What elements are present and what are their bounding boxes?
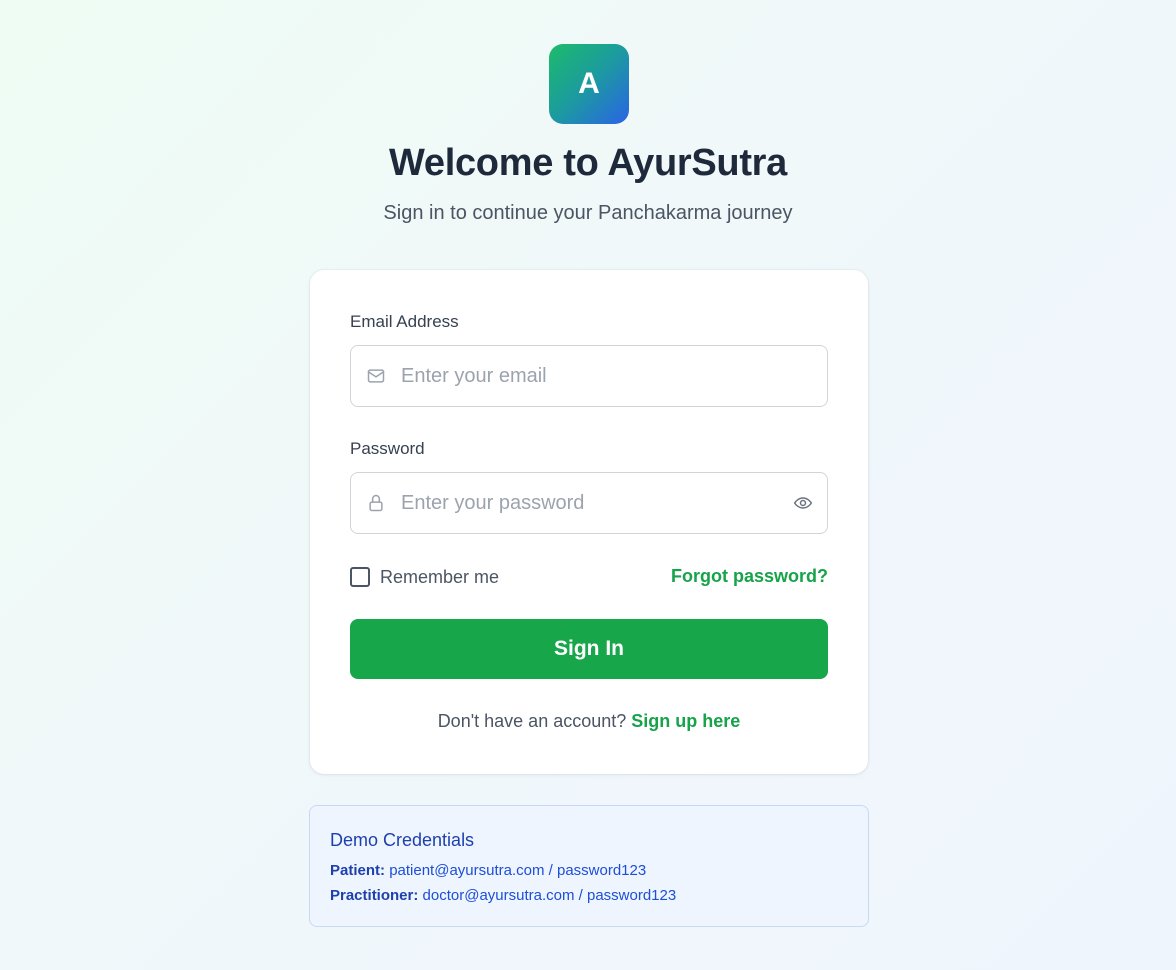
demo-credentials-box: Demo Credentials Patient: patient@ayursu…	[309, 805, 869, 927]
demo-patient-value: patient@ayursutra.com / password123	[389, 862, 647, 879]
eye-icon[interactable]	[793, 493, 813, 513]
login-card: Email Address Password Remember me	[310, 270, 868, 774]
signup-prompt: Don't have an account?	[437, 711, 627, 731]
demo-patient-label: Patient:	[330, 862, 386, 879]
lock-icon	[366, 493, 386, 513]
email-input[interactable]	[401, 346, 781, 406]
email-label: Email Address	[350, 312, 459, 331]
remember-me-checkbox[interactable]	[350, 567, 370, 587]
email-field[interactable]	[350, 345, 828, 407]
app-logo: A	[549, 44, 629, 124]
page-title: Welcome to AyurSutra	[388, 142, 787, 184]
forgot-password-link[interactable]: Forgot password?	[671, 566, 828, 587]
demo-patient-line: Patient: patient@ayursutra.com / passwor…	[330, 862, 646, 879]
password-label: Password	[350, 439, 425, 458]
demo-credentials-title: Demo Credentials	[330, 830, 475, 850]
demo-practitioner-value: doctor@ayursutra.com / password123	[422, 887, 677, 904]
remember-me[interactable]: Remember me	[350, 566, 499, 588]
page-subtitle: Sign in to continue your Panchakarma jou…	[383, 202, 793, 224]
signup-link[interactable]: Sign up here	[631, 711, 740, 731]
demo-practitioner-label: Practitioner:	[330, 887, 419, 904]
mail-icon	[366, 366, 386, 386]
demo-practitioner-line: Practitioner: doctor@ayursutra.com / pas…	[330, 887, 676, 904]
remember-me-label: Remember me	[380, 566, 500, 587]
password-input[interactable]	[401, 473, 781, 533]
signup-row: Don't have an account? Sign up here	[310, 711, 868, 732]
password-field[interactable]	[350, 472, 828, 534]
sign-in-button[interactable]: Sign In	[350, 619, 828, 679]
logo-letter: A	[578, 67, 600, 100]
